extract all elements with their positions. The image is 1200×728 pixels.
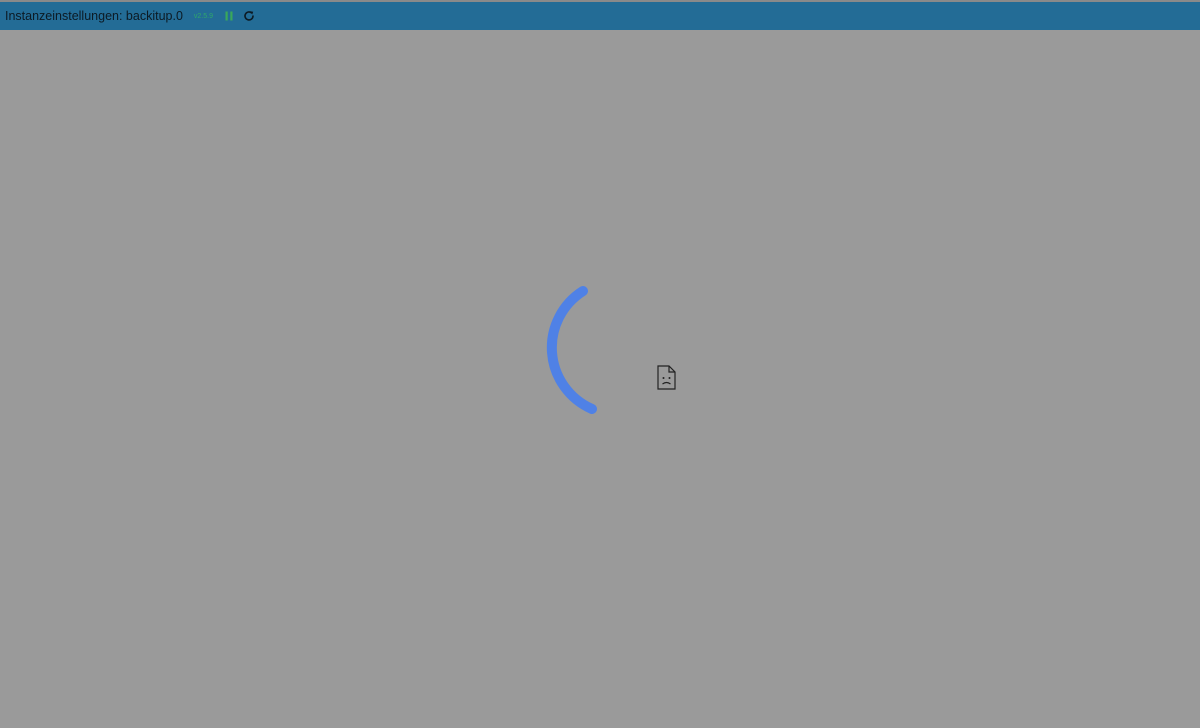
- instance-settings-page: Instanzeinstellungen: backitup.0 v2.5.9: [0, 0, 1200, 728]
- broken-image-icon: [657, 365, 676, 390]
- reload-button[interactable]: [242, 9, 256, 23]
- header-bar: Instanzeinstellungen: backitup.0 v2.5.9: [0, 2, 1200, 30]
- page-title: Instanzeinstellungen: backitup.0: [5, 9, 183, 23]
- version-badge: v2.5.9: [193, 12, 213, 20]
- loading-spinner: [546, 286, 597, 414]
- reload-icon: [244, 11, 254, 21]
- pause-icon: [225, 11, 233, 21]
- pause-button[interactable]: [224, 9, 234, 23]
